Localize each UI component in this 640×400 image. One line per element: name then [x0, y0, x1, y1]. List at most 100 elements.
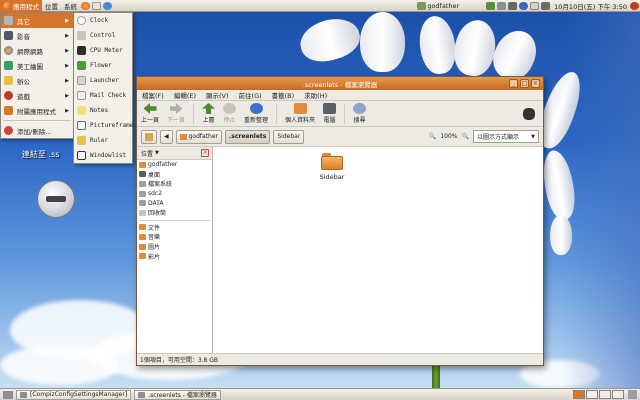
menu-item-games[interactable]: 遊戲 ▶ [1, 88, 73, 103]
back-button[interactable]: 上一頁 [141, 102, 159, 126]
close-icon[interactable]: × [201, 149, 209, 157]
menu-item-accessories[interactable]: 附屬應用程式 ▶ [1, 103, 73, 118]
window-title: .screenlets - 檔案瀏覽器 [302, 80, 378, 89]
submenu-arrow-icon: ▶ [65, 17, 69, 24]
bookmark-pictures[interactable]: 圖片 [137, 242, 212, 252]
menu-help[interactable]: 求助(H) [304, 90, 327, 100]
menu-edit[interactable]: 編輯(E) [174, 90, 196, 100]
reload-button[interactable]: 重新整理 [244, 102, 268, 126]
status-bar: 1個項目，可用空間：3.8 GB [137, 353, 543, 365]
window-titlebar[interactable]: .screenlets - 檔案瀏覽器 _ □ × [137, 77, 543, 90]
folder-icon [139, 243, 146, 250]
view-mode-select[interactable]: 以圖示方式顯示 ▼ [473, 130, 539, 143]
menu-go[interactable]: 前往(G) [239, 90, 262, 100]
no-entry-icon[interactable] [37, 180, 75, 218]
path-button-sidebar[interactable]: Sidebar [273, 129, 305, 144]
top-panel: 應用程式 位置 系統 godfather 10月10日(五) 下午 3:50 [0, 0, 640, 12]
menu-bookmarks[interactable]: 書籤(B) [272, 90, 295, 100]
submenu-item-windowlist[interactable]: Windowlist [74, 148, 132, 163]
submenu-item-flower[interactable]: Flower [74, 58, 132, 73]
edit-location-icon [145, 132, 153, 141]
menu-view[interactable]: 顯示(V) [206, 90, 229, 100]
status-text: 1個項目，可用空間：3.8 GB [140, 357, 219, 364]
shutdown-icon[interactable] [630, 1, 639, 10]
mail-notify-icon[interactable] [530, 1, 540, 10]
place-filesystem[interactable]: 檔案系統 [137, 179, 212, 189]
path-button-screenlets[interactable]: .screenlets [225, 129, 271, 144]
help-launcher-icon[interactable] [103, 1, 112, 10]
search-button[interactable]: 搜尋 [353, 102, 367, 126]
close-button[interactable]: × [531, 79, 540, 88]
home-button[interactable]: 個人資料夾 [285, 102, 315, 126]
clipboard-icon[interactable] [497, 1, 507, 10]
place-data[interactable]: DATA [137, 198, 212, 208]
zoom-in-icon[interactable]: 🔍 [462, 133, 469, 140]
workspace-2[interactable] [586, 390, 598, 399]
user-name[interactable]: godfather [427, 2, 459, 10]
up-button[interactable]: 上層 [202, 102, 216, 126]
menu-item-internet[interactable]: 網際網路 ▶ [1, 43, 73, 58]
bookmark-videos[interactable]: 影片 [137, 251, 212, 261]
submenu-item-ruler[interactable]: Ruler [74, 133, 132, 148]
firefox-launcher-icon[interactable] [81, 1, 90, 10]
mail-launcher-icon[interactable] [92, 1, 101, 10]
path-scroll-left[interactable]: ◀ [160, 129, 173, 144]
submenu-item-control[interactable]: Control [74, 28, 132, 43]
workspace-1[interactable] [573, 390, 585, 399]
place-trash[interactable]: 回收筒 [137, 208, 212, 218]
battery-icon[interactable] [541, 1, 551, 10]
network-icon[interactable] [486, 1, 496, 10]
show-desktop-icon[interactable] [3, 390, 13, 399]
task-file-browser[interactable]: .screenlets - 檔案瀏覽器 [134, 389, 221, 400]
computer-icon [323, 103, 337, 114]
zoom-out-icon[interactable]: 🔍 [429, 133, 436, 140]
menu-item-office[interactable]: 辦公 ▶ [1, 73, 73, 88]
menu-item-multimedia[interactable]: 影音 ▶ [1, 28, 73, 43]
forward-button[interactable]: 下一頁 [167, 102, 185, 126]
places-menu[interactable]: 位置 [42, 0, 61, 12]
file-view[interactable]: Sidebar [213, 147, 543, 355]
menu-item-add-remove[interactable]: 添加/刪除... [1, 123, 73, 138]
maximize-button[interactable]: □ [520, 79, 529, 88]
workspace-4[interactable] [612, 390, 624, 399]
place-home[interactable]: godfather [137, 160, 212, 170]
trash-applet-icon[interactable] [628, 390, 637, 399]
menu-item-other[interactable]: 其它 ▶ [1, 13, 73, 28]
file-item-sidebar[interactable]: Sidebar [317, 153, 347, 181]
applications-menu[interactable]: 應用程式 [0, 0, 42, 12]
panel-clock[interactable]: 10月10日(五) 下午 3:50 [554, 1, 627, 11]
menu-separator [3, 120, 71, 121]
zoom-level[interactable]: 100% [440, 133, 457, 140]
volume-icon[interactable] [508, 1, 518, 10]
submenu-item-mail-check[interactable]: Mail Check [74, 88, 132, 103]
window-icon [138, 391, 146, 398]
bookmark-documents[interactable]: 文件 [137, 223, 212, 233]
home-folder-icon [139, 161, 146, 168]
system-menu[interactable]: 系統 [61, 0, 80, 12]
bluetooth-icon[interactable] [519, 1, 529, 10]
menu-item-graphics[interactable]: 美工繪圖 ▶ [1, 58, 73, 73]
place-sdc2[interactable]: sdc2 [137, 189, 212, 199]
stop-button[interactable]: 停止 [223, 102, 237, 126]
launcher-icon [77, 76, 86, 85]
path-button-home[interactable]: godfather [175, 129, 223, 144]
submenu-item-pictureframe[interactable]: Pictureframe [74, 118, 133, 133]
window-toolbar: 上一頁 下一頁 上層 停止 重新整理 個人資料夾 電腦 搜尋 [137, 101, 543, 127]
toggle-location-button[interactable] [141, 129, 157, 144]
flower-icon [77, 61, 86, 70]
computer-button[interactable]: 電腦 [323, 102, 337, 126]
submenu-item-notes[interactable]: Notes [74, 103, 132, 118]
bookmark-music[interactable]: 音樂 [137, 232, 212, 242]
workspace-3[interactable] [599, 390, 611, 399]
user-icon [417, 1, 427, 10]
forward-arrow-icon [169, 103, 183, 114]
submenu-item-launcher[interactable]: Launcher [74, 73, 132, 88]
place-desktop[interactable]: 桌面 [137, 170, 212, 180]
minimize-button[interactable]: _ [509, 79, 518, 88]
submenu-item-clock[interactable]: Clock [74, 13, 132, 28]
notes-icon [77, 106, 86, 115]
task-ccsm[interactable]: [CompizConfigSettingsManager] [16, 389, 132, 400]
submenu-item-cpu-meter[interactable]: CPU Meter [74, 43, 132, 58]
desktop-link-label[interactable]: 連結至 .ss [22, 149, 59, 160]
menu-file[interactable]: 檔案(F) [142, 90, 164, 100]
